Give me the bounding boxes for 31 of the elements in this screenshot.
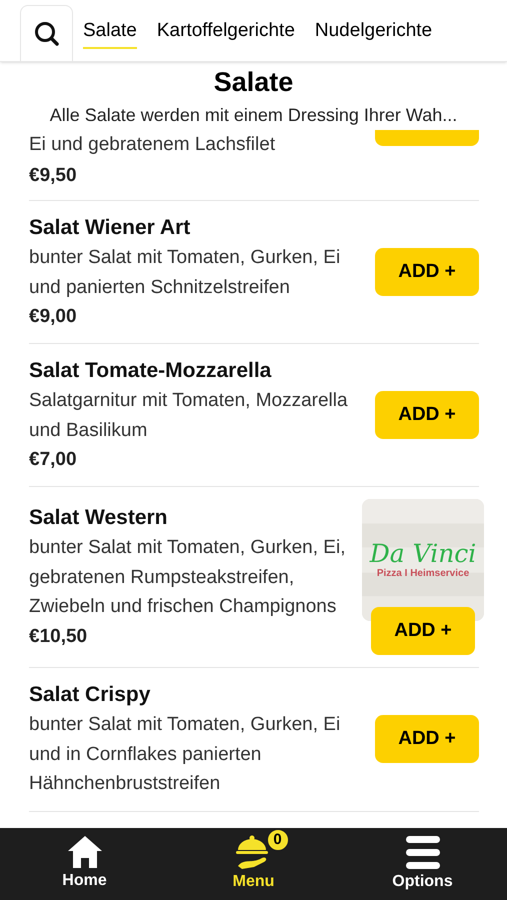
item-description: bunter Salat mit Tomaten, Gurken, Ei und panierten Schnitzelstreifen [29,246,342,300]
nav-item[interactable]: Home [34,835,134,893]
item-price: €9,50 [29,164,78,188]
category-tab[interactable]: Salate [83,16,137,50]
item-description: Ei und gebratenem Lachsfilet [29,134,276,156]
item-price: €7,00 [29,448,78,472]
category-title: Salate [214,66,294,99]
item-description: bunter Salat mit Tomaten, Gurken, Ei und in Cornflakes panierten Hähnchenbruststreifen [29,713,342,796]
search-icon [34,20,60,46]
nav-item[interactable]: Options [372,834,472,894]
search-button[interactable] [20,5,73,61]
item-description: Salatgarnitur mit Tomaten, Mozzarella und Basilikum [29,389,349,442]
home-icon [66,835,102,869]
add-button[interactable]: ADD + [375,248,479,296]
add-button[interactable]: ADD + [375,391,479,439]
cart-count-badge: 0 [266,828,290,852]
item-price: €10,50 [29,624,88,649]
item-price: €9,00 [29,305,78,329]
item-description: bunter Salat mit Tomaten, Gurken, Ei, gebratenen Rumpsteakstreifen, Zwiebeln und frischen Champignons [29,536,346,620]
logo-title: Da Vinci [370,541,476,566]
menu-icon [404,834,440,870]
add-button[interactable]: ADD + [375,715,479,764]
add-button[interactable]: ADD + [371,607,475,655]
category-subtitle: Alle Salate werden mit einem Dressing Ihrer Wah... [50,104,458,127]
item-name: Salat Tomate-Mozzarella [29,358,272,384]
category-tab[interactable]: Nudelgerichte [314,16,432,50]
item-name: Salat Crispy [29,682,152,708]
category-tab[interactable]: Kartoffelgerichte [156,16,295,50]
logo-subtitle: Pizza I Heimservice [376,567,470,581]
item-name: Salat Western [29,505,168,532]
item-name: Salat Wiener Art [29,215,192,241]
